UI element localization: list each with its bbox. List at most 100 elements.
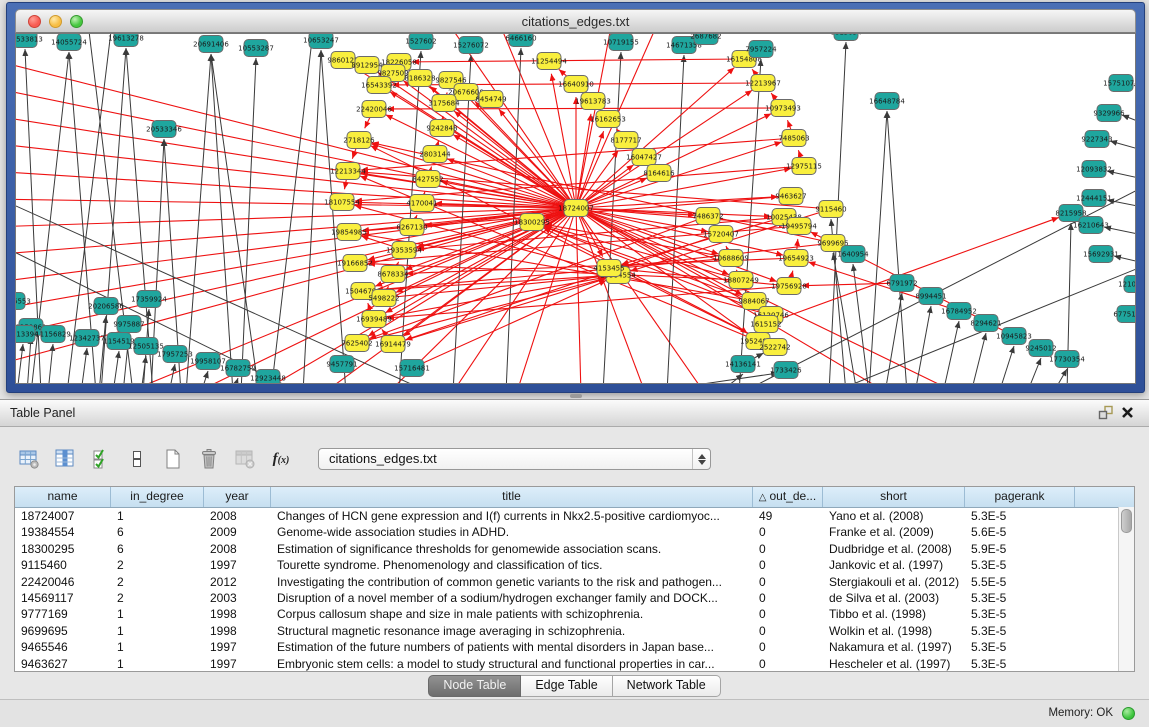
table-cell: Tibbo et al. (1998) [823, 606, 965, 622]
table-cell: Genome-wide association studies in ADHD. [271, 524, 753, 540]
table-row[interactable]: 1938455462009Genome-wide association stu… [15, 524, 1134, 540]
graph-node-label: 16162653 [590, 115, 626, 123]
vertical-scrollbar[interactable] [1118, 507, 1134, 671]
table-cell: Investigating the contribution of common… [271, 574, 753, 590]
graph-node-label: 18300295 [514, 218, 550, 226]
graph-node-label: 12923448 [250, 374, 286, 382]
table-cell: 2012 [204, 574, 271, 590]
graph-node-label: 16210643 [1073, 221, 1109, 229]
panel-resize-handle[interactable] [570, 394, 582, 398]
graph-node-label: 20533346 [146, 125, 182, 133]
table-row[interactable]: 1830029562008Estimation of significance … [15, 541, 1134, 557]
memory-status-label: Memory: OK [1048, 700, 1113, 726]
table-row[interactable]: 1456911722003Disruption of a novel membe… [15, 590, 1134, 606]
citation-network-graph[interactable]: 1872400718300295193845549860123891295418… [16, 34, 1135, 383]
table-column-header[interactable]: title [271, 487, 753, 507]
graph-node-label: 12444151 [1076, 194, 1112, 202]
status-bar: Memory: OK [0, 699, 1149, 727]
select-columns-button[interactable] [88, 446, 114, 472]
tab-node-table[interactable]: Node Table [428, 675, 521, 697]
table-column-header[interactable]: year [204, 487, 271, 507]
table-row[interactable]: 946362711997Embryonic stem cells: a mode… [15, 656, 1134, 672]
close-panel-icon[interactable] [1121, 405, 1139, 421]
table-select-value: citations_edges.txt [329, 449, 437, 469]
rows-button[interactable] [124, 446, 150, 472]
table-cell: Dudbridge et al. (2008) [823, 541, 965, 557]
window-title: citations_edges.txt [16, 10, 1135, 34]
function-builder-button[interactable]: f(x) [268, 446, 294, 472]
table-cell: 1998 [204, 606, 271, 622]
graph-node-label: 10553287 [238, 44, 274, 52]
graph-node-label: 19854985 [331, 228, 367, 236]
graph-node-label: 8813054 [830, 34, 862, 36]
memory-ok-indicator-icon[interactable] [1122, 707, 1135, 720]
table-column-icon [53, 447, 77, 471]
graph-node-label: 4170041 [406, 199, 437, 207]
table-row[interactable]: 977716911998Corpus callosum shape and si… [15, 606, 1134, 622]
delete-button[interactable] [196, 446, 222, 472]
table-cell: 19384554 [15, 524, 111, 540]
table-column-header[interactable]: △out_de... [753, 487, 823, 507]
graph-node-label: 15751074 [1103, 79, 1135, 87]
graph-node-label: 19756928 [771, 282, 807, 290]
table-cell: 0 [753, 541, 823, 557]
window-titlebar[interactable]: citations_edges.txt [15, 9, 1136, 33]
graph-node-label: 16784952 [941, 307, 977, 315]
graph-node-label: 12342737 [69, 334, 105, 342]
scrollbar-thumb[interactable] [1121, 509, 1132, 533]
table-cell: Estimation of significance thresholds fo… [271, 541, 753, 557]
show-column-button[interactable] [52, 446, 78, 472]
table-row[interactable]: 969969511998Structural magnetic resonanc… [15, 623, 1134, 639]
table-cell: 5.3E-5 [965, 639, 1075, 655]
graph-node-label: 1733426 [770, 366, 802, 374]
fx-icon: f(x) [273, 451, 290, 468]
graph-node-label: 16914479 [375, 340, 411, 348]
graph-node-label: 3175684 [428, 99, 460, 107]
table-cell: 18724007 [15, 508, 111, 524]
table-row[interactable]: 2242004622012Investigating the contribut… [15, 574, 1134, 590]
application-window: { "window": { "title": "citations_edges.… [0, 0, 1149, 727]
table-cell: Embryonic stem cells: a model to study s… [271, 656, 753, 672]
table-cell: Jankovic et al. (1997) [823, 557, 965, 573]
graph-node-label: 15692931 [1083, 250, 1119, 258]
table-cell: 9115460 [15, 557, 111, 573]
graph-node-label: 8427552 [412, 175, 443, 183]
table-cell: Franke et al. (2009) [823, 524, 965, 540]
table-column-header[interactable]: pagerank [965, 487, 1075, 507]
table-cell: 1998 [204, 623, 271, 639]
table-cell: Stergiakouli et al. (2012) [823, 574, 965, 590]
graph-node-label: 10973493 [765, 104, 801, 112]
table-mode-button[interactable] [16, 446, 42, 472]
table-cell: 0 [753, 656, 823, 672]
table-cell: 0 [753, 590, 823, 606]
network-canvas[interactable]: 1872400718300295193845549860123891295418… [15, 33, 1136, 384]
graph-node-label: 9463627 [775, 192, 806, 200]
new-table-button[interactable] [160, 446, 186, 472]
table-toolbar: f(x) citations_edges.txt [16, 444, 711, 474]
graph-node-label: 15720407 [703, 230, 739, 238]
graph-node-label: 17957253 [157, 350, 193, 358]
graph-node-label: 22420046 [356, 105, 392, 113]
table-column-header[interactable]: short [823, 487, 965, 507]
table-row[interactable]: 1872400712008Changes of HCN gene express… [15, 508, 1134, 524]
table-cell: 5.3E-5 [965, 656, 1075, 672]
table-cell: 2003 [204, 590, 271, 606]
graph-node-label: 16939489 [356, 315, 392, 323]
delete-table-button[interactable] [232, 446, 258, 472]
tab-network-table[interactable]: Network Table [613, 675, 721, 697]
table-cell: 1 [111, 656, 204, 672]
graph-node-label: 12103654 [1118, 280, 1135, 288]
graph-node-label: 6466160 [505, 34, 536, 42]
table-select-dropdown[interactable]: citations_edges.txt [318, 448, 711, 470]
graph-node-label: 19495794 [781, 222, 817, 230]
table-column-header[interactable]: in_degree [111, 487, 204, 507]
table-column-header[interactable]: name [15, 487, 111, 507]
tab-edge-table[interactable]: Edge Table [521, 675, 612, 697]
graph-node-label: 1640954 [837, 250, 869, 258]
table-panel-header: Table Panel [0, 400, 1149, 427]
table-row[interactable]: 911546021997Tourette syndrome. Phenomeno… [15, 557, 1134, 573]
table-row[interactable]: 946554611997Estimation of the future num… [15, 639, 1134, 655]
graph-node-label: 8177717 [610, 136, 641, 144]
table-cell: 6 [111, 541, 204, 557]
float-panel-icon[interactable] [1097, 405, 1115, 421]
